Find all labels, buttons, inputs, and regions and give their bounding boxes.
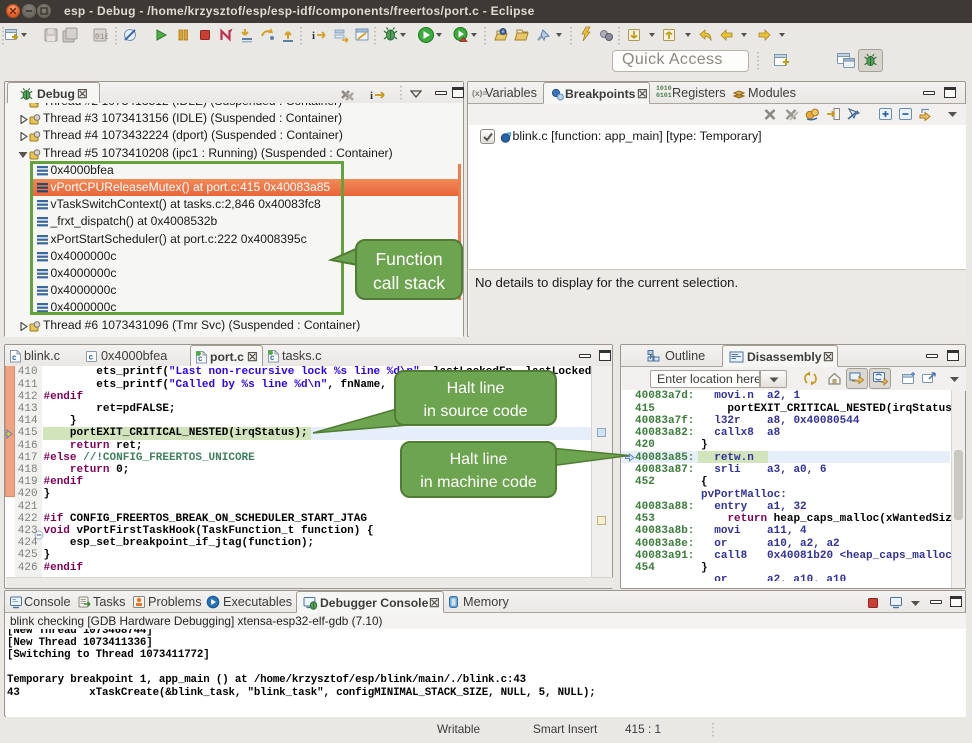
svg-text:c: c bbox=[12, 353, 17, 362]
svg-text:c: c bbox=[89, 353, 94, 362]
svg-text:i: i bbox=[312, 30, 315, 42]
svg-text:i: i bbox=[370, 90, 373, 102]
svg-text:010: 010 bbox=[95, 33, 108, 42]
